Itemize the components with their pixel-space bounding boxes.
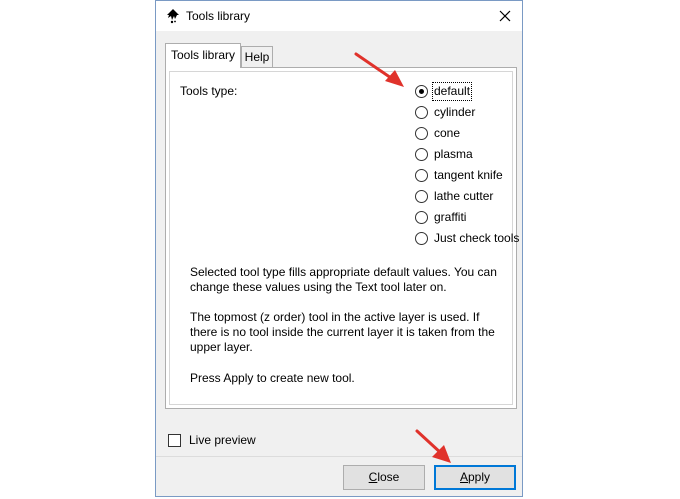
apply-label-rest: pply (468, 470, 491, 484)
description-paragraph-3: Press Apply to create new tool. (190, 371, 355, 385)
checkbox-box[interactable] (168, 434, 181, 447)
radio-label[interactable]: graffiti (434, 209, 466, 226)
description-paragraph-2: The topmost (z order) tool in the active… (190, 310, 495, 354)
radio-label[interactable]: cone (434, 125, 460, 142)
apply-accelerator: A (459, 470, 468, 484)
description-paragraph-1: Selected tool type fills appropriate def… (190, 265, 497, 294)
apply-button[interactable]: Apply (434, 465, 516, 490)
tools-library-panel: Tools type: default cylinder cone plasma… (165, 67, 519, 409)
tools-type-group: Tools type: default cylinder cone plasma… (169, 71, 519, 405)
tab-help[interactable]: Help (241, 46, 273, 67)
window-title: Tools library (186, 9, 251, 23)
title-bar[interactable]: Tools library (156, 1, 522, 31)
live-preview-label[interactable]: Live preview (189, 433, 256, 447)
button-area-divider (156, 456, 522, 457)
close-icon[interactable] (496, 7, 514, 25)
radio-button[interactable] (415, 148, 428, 161)
radio-label[interactable]: plasma (434, 146, 473, 163)
close-label-rest: lose (377, 470, 400, 484)
tab-tools-library[interactable]: Tools library (165, 43, 241, 68)
close-button[interactable]: Close (343, 465, 425, 490)
radio-button[interactable] (415, 169, 428, 182)
radio-button[interactable] (415, 190, 428, 203)
radio-label[interactable]: lathe cutter (434, 188, 493, 205)
radio-button[interactable] (415, 127, 428, 140)
radio-label[interactable]: Just check tools (434, 230, 519, 247)
radio-button[interactable] (415, 85, 428, 98)
radio-label[interactable]: tangent knife (434, 167, 503, 184)
radio-button[interactable] (415, 106, 428, 119)
radio-selected-dot (419, 89, 424, 94)
radio-button[interactable] (415, 232, 428, 245)
radio-label[interactable]: default (431, 82, 473, 101)
radio-button[interactable] (415, 211, 428, 224)
inkscape-logo-icon (167, 9, 179, 24)
tools-library-dialog: Tools library Tools library Help Tools t… (155, 0, 523, 497)
radio-label[interactable]: cylinder (434, 104, 475, 121)
tools-type-label: Tools type: (180, 84, 238, 98)
